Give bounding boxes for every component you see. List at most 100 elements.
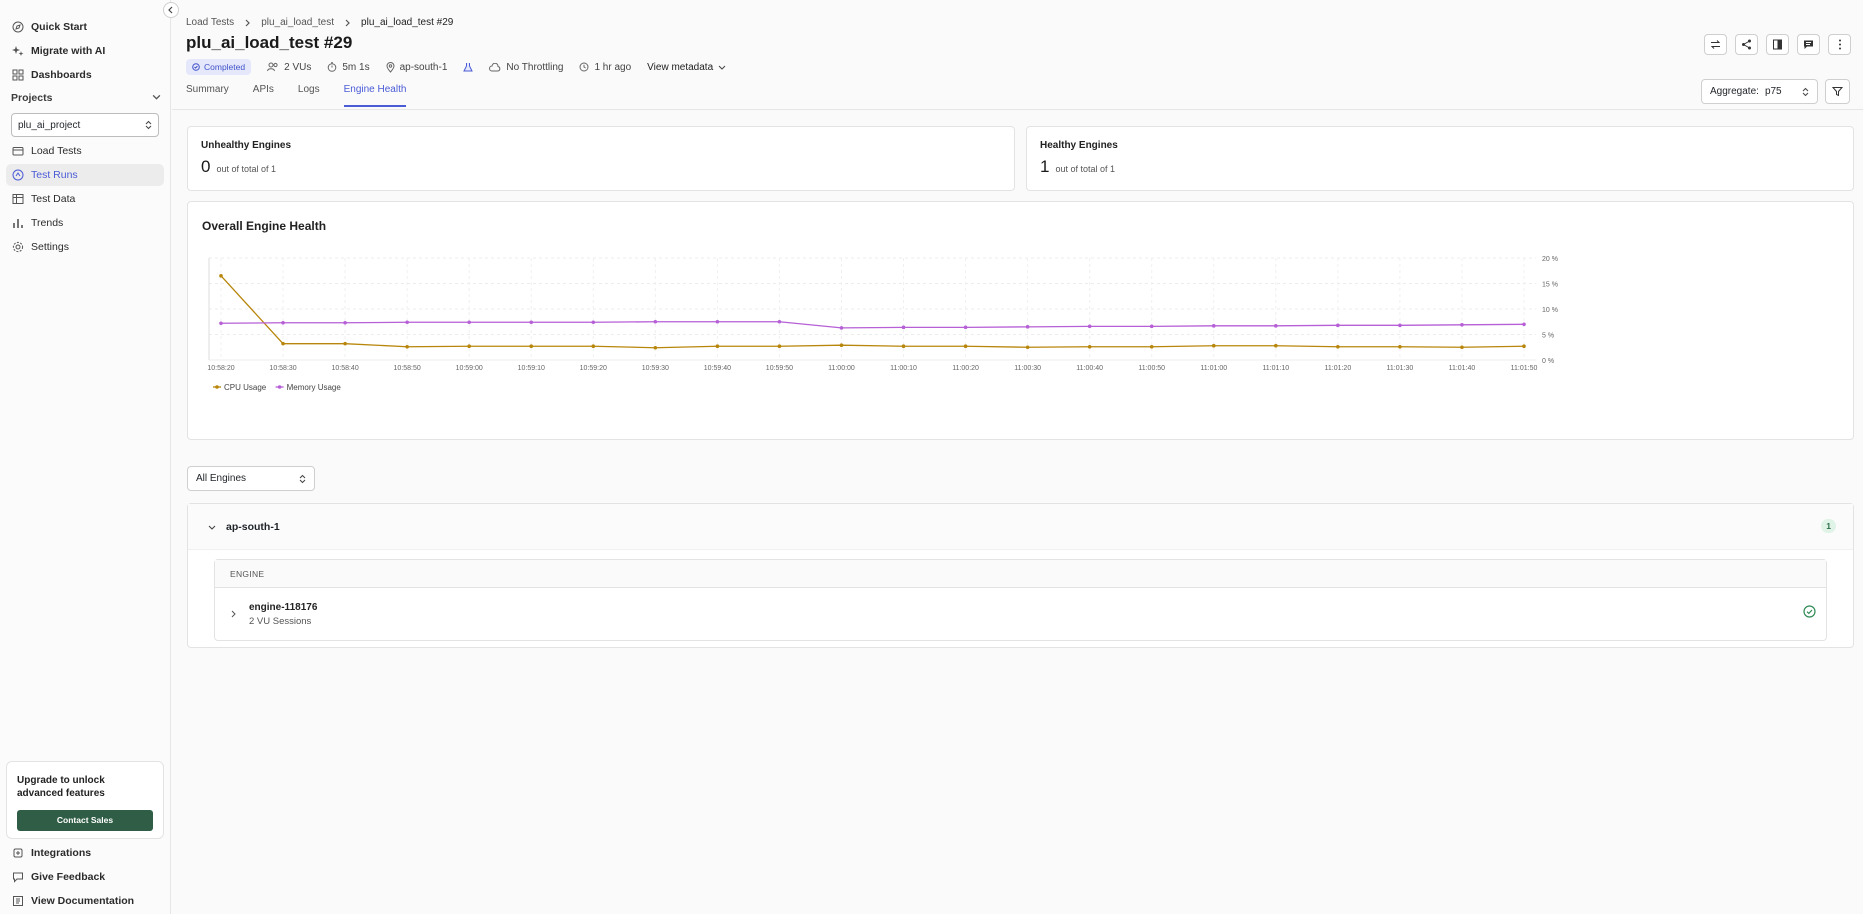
more-options-button[interactable] [1828, 34, 1851, 55]
breadcrumb: Load Tests plu_ai_load_test plu_ai_load_… [186, 17, 453, 28]
sidebar-item-settings[interactable]: Settings [6, 236, 164, 258]
engine-health-chart: 0 % 5 % 10 % 15 % 20 % 10:58:20 10:58:30 10:58:… [207, 256, 1558, 392]
region-name: ap-south-1 [226, 520, 280, 533]
data-point [1149, 324, 1154, 329]
data-point [1522, 322, 1526, 327]
tab-logs[interactable]: Logs [298, 84, 320, 107]
engine-health-chart-card: Overall Engine Health 0 % 5 % 10 % 15 % 20 %… [187, 201, 1854, 440]
data-point [467, 344, 471, 349]
view-metadata-button[interactable]: View metadata [647, 62, 726, 73]
x-tick-label: 10:59:10 [518, 365, 545, 372]
compass-icon [12, 21, 24, 33]
project-select[interactable]: plu_ai_project [11, 113, 159, 137]
data-point [1149, 344, 1154, 349]
breadcrumb-load-tests[interactable]: Load Tests [186, 17, 234, 28]
data-point [901, 325, 906, 330]
sidebar-item-test-data[interactable]: Test Data [6, 188, 164, 210]
share-button[interactable] [1735, 34, 1758, 55]
time-ago-text: 1 hr ago [594, 61, 632, 73]
filter-button[interactable] [1825, 79, 1850, 104]
tab-apis[interactable]: APIs [253, 84, 274, 107]
chevron-right-icon [245, 19, 251, 26]
chevron-right-icon[interactable] [230, 610, 237, 618]
breadcrumb-load-test[interactable]: plu_ai_load_test [261, 17, 334, 28]
tab-engine-health[interactable]: Engine Health [343, 84, 407, 107]
healthy-label: Healthy Engines [1040, 140, 1118, 151]
sidebar: Quick Start Migrate with AI Dashboards P… [0, 0, 179, 914]
report-button[interactable] [1766, 34, 1789, 55]
chevron-down-icon [718, 65, 726, 70]
data-point [715, 319, 720, 324]
legend-marker [215, 385, 219, 389]
aggregate-select[interactable]: Aggregate: p75 [1701, 79, 1818, 104]
y-tick-label: 20 % [1542, 256, 1558, 263]
data-point [1087, 344, 1092, 349]
sidebar-item-dashboards[interactable]: Dashboards [6, 64, 164, 86]
x-tick-label: 10:59:30 [642, 365, 669, 372]
folder-icon [12, 145, 24, 157]
x-tick-label: 11:01:10 [1262, 365, 1289, 372]
legend-label: CPU Usage [224, 383, 267, 392]
aggregate-label: Aggregate: [1710, 86, 1759, 97]
data-point [529, 320, 534, 325]
sidebar-item-view-documentation[interactable]: View Documentation [6, 890, 164, 912]
throttling-info: No Throttling [489, 62, 563, 73]
swap-icon [1710, 40, 1721, 49]
sidebar-item-test-runs[interactable]: Test Runs [6, 164, 164, 186]
region-group: ap-south-1 1 ENGINE engine-118176 2 VU S… [187, 503, 1854, 648]
location-icon [386, 61, 395, 73]
comment-button[interactable] [1797, 34, 1820, 55]
sidebar-item-migrate-with-ai[interactable]: Migrate with AI [6, 40, 164, 62]
clock-icon [579, 62, 589, 72]
engines-filter-select[interactable]: All Engines [187, 466, 315, 491]
x-tick-label: 11:00:30 [1014, 365, 1041, 372]
x-tick-label: 11:00:10 [890, 365, 917, 372]
data-point [777, 319, 782, 324]
vus-info: 2 VUs [267, 62, 311, 73]
legend-marker [277, 385, 282, 389]
aggregate-value: p75 [1764, 86, 1782, 97]
healthy-sub: out of total of 1 [1055, 164, 1116, 174]
data-point [963, 344, 968, 349]
data-point [1025, 345, 1030, 350]
legend-label: Memory Usage [287, 383, 342, 392]
sidebar-item-trends[interactable]: Trends [6, 212, 164, 234]
comment-icon [1804, 40, 1813, 49]
chevron-left-icon [168, 6, 173, 14]
series-line-0 [220, 275, 1525, 349]
y-tick-label: 0 % [1542, 358, 1554, 365]
sidebar-item-label: Trends [31, 217, 64, 229]
tab-summary[interactable]: Summary [186, 84, 229, 107]
data-point [219, 274, 223, 278]
data-point [1336, 344, 1340, 349]
projects-label: Projects [11, 92, 53, 104]
sidebar-item-integrations[interactable]: Integrations [6, 842, 164, 864]
data-point [529, 344, 534, 349]
x-tick-label: 10:58:50 [394, 365, 421, 372]
data-point [1087, 324, 1092, 329]
collapse-sidebar-button[interactable] [163, 2, 179, 18]
breadcrumb-current: plu_ai_load_test #29 [361, 17, 454, 28]
contact-sales-button[interactable]: Contact Sales [17, 810, 153, 831]
projects-header[interactable]: Projects [11, 92, 161, 104]
sidebar-item-label: Dashboards [31, 69, 92, 81]
compare-button[interactable] [1704, 34, 1727, 55]
table-row[interactable]: engine-118176 2 VU Sessions [215, 588, 1826, 640]
cloud-icon [489, 62, 501, 71]
data-point [901, 344, 906, 349]
vus-text: 2 VUs [284, 61, 312, 73]
time-info: 1 hr ago [579, 62, 631, 73]
region-group-header[interactable]: ap-south-1 1 [188, 504, 1853, 550]
sidebar-item-load-tests[interactable]: Load Tests [6, 140, 164, 162]
sidebar-item-quick-start[interactable]: Quick Start [6, 16, 164, 38]
x-tick-label: 11:00:20 [952, 365, 979, 372]
x-tick-label: 10:59:40 [704, 365, 731, 372]
grid-icon [12, 69, 24, 81]
engine-name: engine-118176 [249, 601, 318, 613]
data-point [839, 326, 844, 330]
main-content: Load Tests plu_ai_load_test plu_ai_load_… [172, 0, 1863, 914]
view-metadata-label: View metadata [647, 61, 714, 73]
sidebar-item-give-feedback[interactable]: Give Feedback [6, 866, 164, 888]
duration-text: 5m 1s [342, 61, 370, 73]
data-point [653, 345, 658, 350]
